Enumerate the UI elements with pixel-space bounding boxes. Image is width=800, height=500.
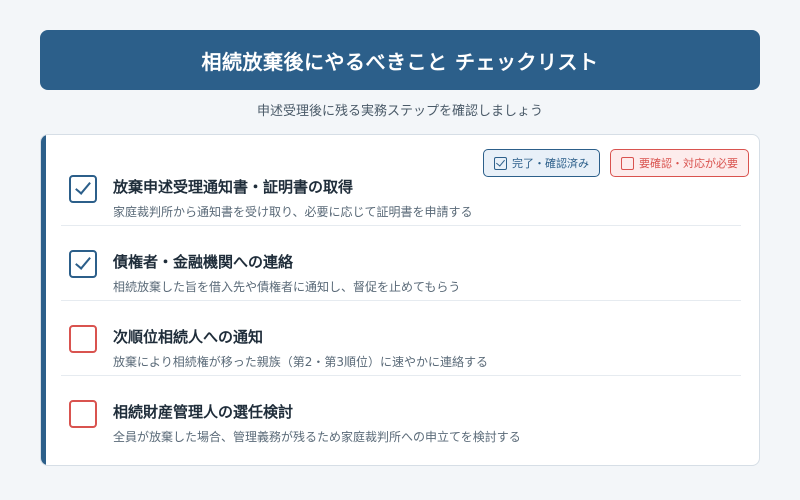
page-title: 相続放棄後にやるべきこと チェックリスト xyxy=(201,49,599,74)
checklist-item: 次順位相続人への通知 放棄により相続権が移った親族（第2・第3順位）に速やかに連… xyxy=(61,299,741,374)
checklist-item: 債権者・金融機関への連絡 相続放棄した旨を借入先や債権者に通知し、督促を止めても… xyxy=(61,224,741,299)
checkbox-unchecked[interactable] xyxy=(69,325,97,353)
item-title: 次順位相続人への通知 xyxy=(113,328,264,346)
page-subtitle: 申述受理後に残る実務ステップを確認しましょう xyxy=(256,104,543,119)
header-banner: 相続放棄後にやるべきこと チェックリスト xyxy=(40,30,760,90)
checklist-item: 放棄申述受理通知書・証明書の取得 家庭裁判所から通知書を受け取り、必要に応じて証… xyxy=(61,149,741,224)
checklist-card: 完了・確認済み 要確認・対応が必要 放棄申述受理通知書・証明書の取得 家庭裁判所… xyxy=(40,134,760,466)
checkmark-icon xyxy=(75,253,91,270)
checklist-item: 相続財産管理人の選任検討 全員が放棄した場合、管理義務が残るため家庭裁判所への申… xyxy=(61,374,741,449)
item-description: 相続放棄した旨を借入先や債権者に通知し、督促を止めてもらう xyxy=(113,280,461,294)
item-title: 債権者・金融機関への連絡 xyxy=(113,253,294,271)
item-description: 放棄により相続権が移った親族（第2・第3順位）に速やかに連絡する xyxy=(113,355,489,369)
checkmark-icon xyxy=(75,178,91,195)
item-title: 放棄申述受理通知書・証明書の取得 xyxy=(113,178,354,196)
item-description: 全員が放棄した場合、管理義務が残るため家庭裁判所への申立てを検討する xyxy=(113,430,521,444)
item-title: 相続財産管理人の選任検討 xyxy=(113,403,294,421)
checkbox-unchecked[interactable] xyxy=(69,400,97,428)
item-description: 家庭裁判所から通知書を受け取り、必要に応じて証明書を申請する xyxy=(113,205,473,219)
checkbox-checked[interactable] xyxy=(69,250,97,278)
card-accent-bar xyxy=(41,135,46,465)
checkbox-checked[interactable] xyxy=(69,175,97,203)
